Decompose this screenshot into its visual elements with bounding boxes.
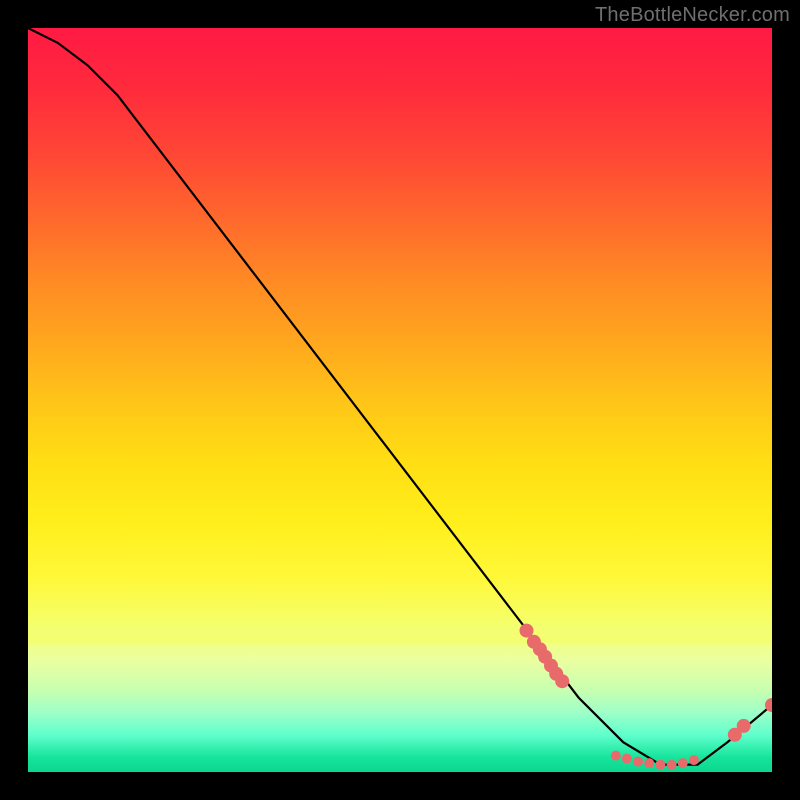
data-points <box>520 624 773 770</box>
watermark-text: TheBottleNecker.com <box>595 4 790 27</box>
bottleneck-curve <box>28 28 772 765</box>
data-point <box>667 760 677 770</box>
data-point <box>678 758 688 768</box>
chart-frame: TheBottleNecker.com <box>0 0 800 800</box>
data-point <box>737 719 751 733</box>
data-point <box>633 757 643 767</box>
data-point <box>555 674 569 688</box>
data-point <box>689 755 699 765</box>
curve-layer <box>28 28 772 772</box>
data-point <box>622 754 632 764</box>
data-point <box>655 760 665 770</box>
data-point <box>611 751 621 761</box>
data-point <box>644 758 654 768</box>
plot-area <box>28 28 772 772</box>
